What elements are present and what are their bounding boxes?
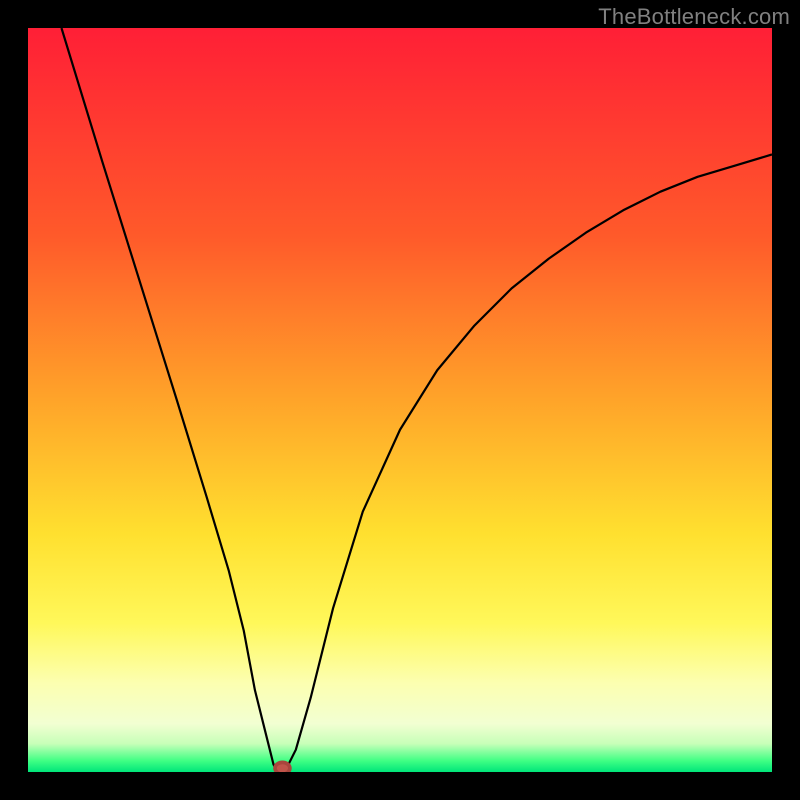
minimum-marker [275, 762, 290, 772]
watermark-text: TheBottleneck.com [598, 4, 790, 30]
plot-area [28, 28, 772, 772]
gradient-svg [28, 28, 772, 772]
chart-frame: TheBottleneck.com [0, 0, 800, 800]
gradient-background [28, 28, 772, 772]
